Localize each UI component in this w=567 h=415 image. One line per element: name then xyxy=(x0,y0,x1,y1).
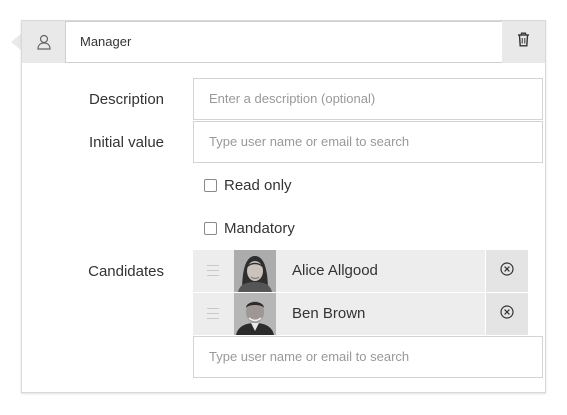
drag-handle-icon[interactable] xyxy=(207,308,219,319)
candidates-label: Candidates xyxy=(88,263,164,280)
card-header: Manager xyxy=(22,21,545,63)
read-only-option[interactable]: Read only xyxy=(204,177,292,194)
drag-handle-icon[interactable] xyxy=(207,265,219,276)
candidate-name: Ben Brown xyxy=(292,305,366,322)
remove-circle-icon xyxy=(500,261,514,281)
candidate-row: Ben Brown xyxy=(193,293,528,335)
mandatory-label: Mandatory xyxy=(224,220,295,237)
remove-candidate-button[interactable] xyxy=(485,293,528,335)
remove-circle-icon xyxy=(500,304,514,324)
mandatory-option[interactable]: Mandatory xyxy=(204,220,295,237)
avatar xyxy=(234,250,276,292)
delete-role-button[interactable] xyxy=(502,21,545,63)
trash-icon xyxy=(517,32,530,52)
remove-candidate-button[interactable] xyxy=(485,250,528,292)
description-label: Description xyxy=(88,91,164,108)
user-icon xyxy=(22,21,65,63)
role-name-input[interactable]: Manager xyxy=(65,21,517,63)
read-only-label: Read only xyxy=(224,177,292,194)
description-input[interactable]: Enter a description (optional) xyxy=(193,78,543,120)
candidate-name: Alice Allgood xyxy=(292,262,378,279)
role-card: Manager Description Enter a description … xyxy=(21,20,546,393)
avatar xyxy=(234,293,276,335)
candidate-row: Alice Allgood xyxy=(193,250,528,292)
read-only-checkbox[interactable] xyxy=(204,179,217,192)
mandatory-checkbox[interactable] xyxy=(204,222,217,235)
candidate-search-input[interactable]: Type user name or email to search xyxy=(193,336,543,378)
initial-value-input[interactable]: Type user name or email to search xyxy=(193,121,543,163)
initial-value-label: Initial value xyxy=(88,134,164,151)
